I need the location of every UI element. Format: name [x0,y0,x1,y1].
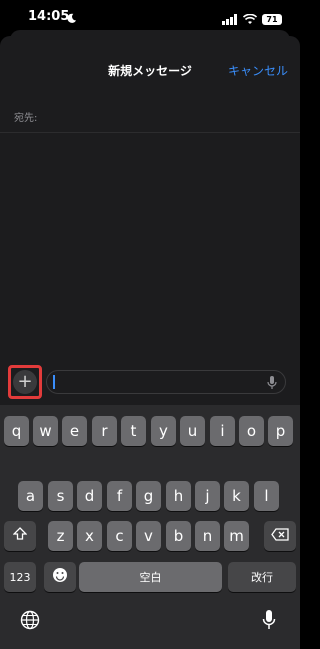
numbers-key[interactable]: 123 [4,562,36,592]
key-e[interactable]: e [62,416,87,446]
battery-icon: 71 [262,14,282,25]
keyboard: q w e r t y u i o p a s d f g h j k l z … [0,405,300,649]
key-n[interactable]: n [195,521,220,551]
key-o[interactable]: o [239,416,264,446]
key-v[interactable]: v [136,521,161,551]
key-b[interactable]: b [166,521,191,551]
key-w[interactable]: w [33,416,58,446]
moon-icon [66,9,77,28]
key-r[interactable]: r [92,416,117,446]
emoji-key[interactable] [44,562,76,592]
key-c[interactable]: c [107,521,132,551]
key-a[interactable]: a [18,481,43,511]
status-bar: 14:05 71 [0,0,300,34]
key-h[interactable]: h [166,481,191,511]
globe-icon[interactable] [20,610,40,634]
key-y[interactable]: y [151,416,176,446]
status-time: 14:05 [28,9,70,24]
dictation-icon[interactable] [262,609,276,635]
key-l[interactable]: l [254,481,279,511]
plus-icon: + [17,371,33,392]
key-g[interactable]: g [136,481,161,511]
key-d[interactable]: d [77,481,102,511]
key-u[interactable]: u [180,416,205,446]
text-cursor [53,375,55,389]
space-key[interactable]: 空白 [79,562,222,592]
signal-icon [222,10,238,29]
delete-icon [271,527,289,545]
navigation-bar: 新規メッセージ キャンセル [0,36,300,100]
key-s[interactable]: s [48,481,73,511]
key-i[interactable]: i [210,416,235,446]
shift-key[interactable] [4,521,36,551]
shift-icon [12,527,28,545]
key-p[interactable]: p [268,416,293,446]
to-field[interactable]: 宛先: [0,100,300,133]
key-t[interactable]: t [121,416,146,446]
delete-key[interactable] [264,521,296,551]
key-x[interactable]: x [77,521,102,551]
wifi-icon [242,10,258,29]
compose-bar: + [0,360,300,408]
cancel-button[interactable]: キャンセル [228,62,288,79]
key-f[interactable]: f [107,481,132,511]
microphone-icon[interactable] [267,375,277,394]
key-q[interactable]: q [4,416,29,446]
return-key[interactable]: 改行 [228,562,296,592]
plus-button[interactable]: + [13,370,37,394]
emoji-icon [52,567,68,587]
key-j[interactable]: j [195,481,220,511]
message-input[interactable] [46,370,286,394]
to-label: 宛先: [14,113,38,124]
status-indicators: 71 [222,10,282,29]
key-z[interactable]: z [48,521,73,551]
key-k[interactable]: k [224,481,249,511]
key-m[interactable]: m [224,521,249,551]
